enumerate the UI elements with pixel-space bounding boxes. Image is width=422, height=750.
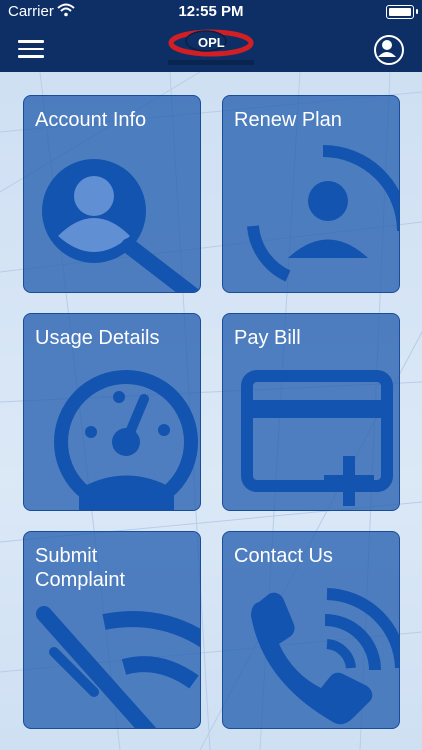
tile-label: Submit Complaint [35,545,126,591]
svg-text:OPL: OPL [198,35,225,50]
tile-label: Renew Plan [234,109,342,131]
user-profile-icon[interactable] [374,35,404,65]
tile-submit-complaint[interactable]: Submit Complaint [23,531,201,729]
tile-contact-us[interactable]: Contact Us [222,531,400,729]
status-time: 12:55 PM [178,3,244,20]
hamburger-menu-icon[interactable] [18,40,44,58]
tile-renew-plan[interactable]: Renew Plan [222,95,400,293]
nav-bar: OPL [0,24,422,72]
tile-usage-details[interactable]: Usage Details [23,313,201,511]
company-logo: OPL [162,26,260,70]
status-bar: Carrier 12:55 PM [0,0,422,24]
tile-label: Usage Details [35,327,160,349]
tile-label: Contact Us [234,545,333,567]
tile-account-info[interactable]: Account Info [23,95,201,293]
tile-label: Account Info [35,109,147,131]
tile-pay-bill[interactable]: Pay Bill [222,313,400,511]
tile-label: Pay Bill [234,327,301,349]
battery-icon [386,5,414,19]
